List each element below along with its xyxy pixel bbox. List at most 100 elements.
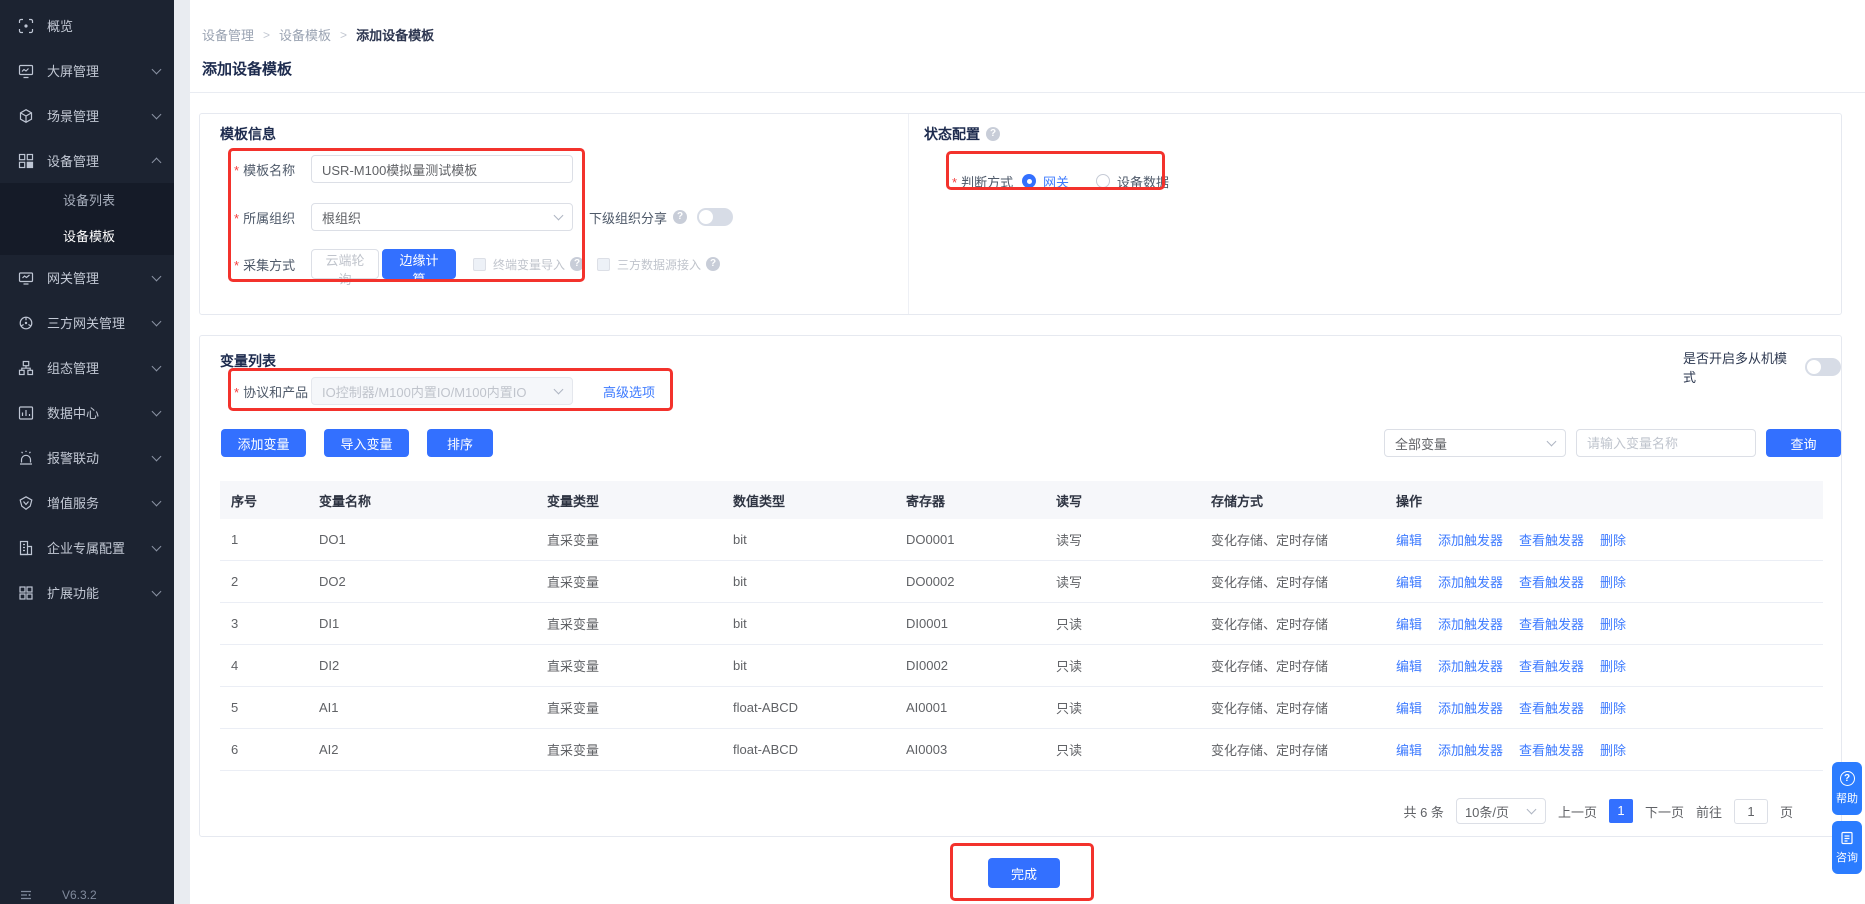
add-trigger-link[interactable]: 添加触发器 (1438, 743, 1503, 758)
edit-link[interactable]: 编辑 (1396, 533, 1422, 548)
help-floating-button[interactable]: ? 帮助 (1832, 762, 1862, 815)
query-button[interactable]: 查询 (1766, 429, 1841, 457)
cell-actions: 编辑 添加触发器 查看触发器 删除 (1396, 530, 1823, 549)
variable-table: 序号变量名称变量类型数值类型寄存器读写存储方式操作 1DO1直采变量bitDO0… (220, 481, 1823, 771)
cell-name: AI2 (319, 742, 547, 757)
template-info-title: 模板信息 (220, 124, 276, 144)
device-data-radio-label[interactable]: 设备数据 (1117, 172, 1169, 191)
table-row: 6AI2直采变量float-ABCDAI0003只读变化存储、定时存储编辑添加触… (220, 729, 1823, 771)
sidebar-item-enterprise-config[interactable]: 企业专属配置 (0, 525, 174, 570)
consult-label: 咨询 (1836, 849, 1858, 865)
device-data-radio[interactable] (1096, 174, 1110, 188)
add-variable-button[interactable]: 添加变量 (221, 429, 306, 457)
cell-storage: 变化存储、定时存储 (1211, 740, 1396, 759)
sort-button[interactable]: 排序 (427, 429, 493, 457)
delete-link[interactable]: 删除 (1600, 701, 1626, 716)
view-trigger-link[interactable]: 查看触发器 (1519, 701, 1584, 716)
cell-storage: 变化存储、定时存储 (1211, 572, 1396, 591)
variable-search-input[interactable] (1576, 429, 1756, 457)
chevron-down-icon (152, 541, 162, 551)
template-name-input[interactable] (311, 155, 573, 183)
multi-slave-toggle[interactable] (1805, 358, 1841, 376)
view-trigger-link[interactable]: 查看触发器 (1519, 533, 1584, 548)
sidebar-item-gateway[interactable]: 网关管理 (0, 255, 174, 300)
prev-page-button[interactable]: 上一页 (1558, 802, 1597, 821)
cell-name: AI1 (319, 700, 547, 715)
next-page-button[interactable]: 下一页 (1645, 802, 1684, 821)
sidebar-subitem-device-list[interactable]: 设备列表 (0, 183, 174, 219)
sidebar-item-label: 报警联动 (47, 448, 153, 467)
third-datasource-label: 三方数据源接入 (617, 256, 701, 273)
view-trigger-link[interactable]: 查看触发器 (1519, 575, 1584, 590)
cell-data-type: bit (733, 658, 906, 673)
breadcrumb-device-management[interactable]: 设备管理 (202, 25, 254, 44)
share-label: 下级组织分享 (589, 208, 667, 227)
cell-type: 直采变量 (547, 740, 733, 759)
cell-actions: 编辑 添加触发器 查看触发器 删除 (1396, 740, 1823, 759)
page-title: 添加设备模板 (202, 58, 292, 79)
cell-actions: 编辑 添加触发器 查看触发器 删除 (1396, 614, 1823, 633)
import-variable-button[interactable]: 导入变量 (324, 429, 409, 457)
advanced-options-link[interactable]: 高级选项 (603, 382, 655, 401)
add-trigger-link[interactable]: 添加触发器 (1438, 575, 1503, 590)
add-trigger-link[interactable]: 添加触发器 (1438, 659, 1503, 674)
sidebar-item-label: 网关管理 (47, 268, 153, 287)
cell-data-type: bit (733, 532, 906, 547)
delete-link[interactable]: 删除 (1600, 533, 1626, 548)
organization-select[interactable]: 根组织 (311, 203, 573, 231)
sidebar-item-extension[interactable]: 扩展功能 (0, 570, 174, 615)
sidebar-item-label: 概览 (47, 16, 160, 35)
add-trigger-link[interactable]: 添加触发器 (1438, 701, 1503, 716)
view-trigger-link[interactable]: 查看触发器 (1519, 659, 1584, 674)
delete-link[interactable]: 删除 (1600, 575, 1626, 590)
delete-link[interactable]: 删除 (1600, 743, 1626, 758)
main-content: 设备管理 > 设备模板 > 添加设备模板 添加设备模板 模板信息 *模板名称 *… (190, 0, 1865, 904)
finish-button[interactable]: 完成 (988, 858, 1060, 888)
gateway-radio[interactable] (1022, 174, 1036, 188)
question-icon[interactable]: ? (570, 257, 584, 271)
edge-computing-button[interactable]: 边缘计算 (382, 249, 456, 279)
sidebar-item-scene[interactable]: 场景管理 (0, 93, 174, 138)
question-icon[interactable]: ? (706, 257, 720, 271)
cell-storage: 变化存储、定时存储 (1211, 698, 1396, 717)
sidebar-item-overview[interactable]: 概览 (0, 3, 174, 48)
question-icon[interactable]: ? (986, 127, 1000, 141)
sidebar-item-device[interactable]: 设备管理 (0, 138, 174, 183)
add-trigger-link[interactable]: 添加触发器 (1438, 533, 1503, 548)
add-trigger-link[interactable]: 添加触发器 (1438, 617, 1503, 632)
delete-link[interactable]: 删除 (1600, 617, 1626, 632)
variable-filter-select[interactable]: 全部变量 (1384, 429, 1566, 457)
breadcrumb-device-template[interactable]: 设备模板 (279, 25, 331, 44)
chevron-down-icon (152, 451, 162, 461)
gateway-radio-label[interactable]: 网关 (1043, 172, 1069, 191)
goto-page-input[interactable] (1734, 799, 1768, 824)
sidebar-item-alarm-linkage[interactable]: 报警联动 (0, 435, 174, 480)
edit-link[interactable]: 编辑 (1396, 701, 1422, 716)
delete-link[interactable]: 删除 (1600, 659, 1626, 674)
column-header-name: 变量名称 (319, 491, 547, 510)
content-gutter (174, 0, 190, 904)
edit-link[interactable]: 编辑 (1396, 575, 1422, 590)
page-size-select[interactable]: 10条/页 (1456, 798, 1546, 824)
consult-floating-button[interactable]: 咨询 (1832, 821, 1862, 874)
edit-link[interactable]: 编辑 (1396, 743, 1422, 758)
view-trigger-link[interactable]: 查看触发器 (1519, 617, 1584, 632)
sidebar-item-configuration[interactable]: 组态管理 (0, 345, 174, 390)
sidebar-item-big-screen[interactable]: 大屏管理 (0, 48, 174, 93)
sidebar-item-third-gateway[interactable]: 三方网关管理 (0, 300, 174, 345)
sidebar-item-data-center[interactable]: 数据中心 (0, 390, 174, 435)
column-header-type: 变量类型 (547, 491, 733, 510)
question-icon[interactable]: ? (673, 210, 687, 224)
share-toggle[interactable] (697, 208, 733, 226)
current-page-button[interactable]: 1 (1609, 799, 1633, 823)
edit-link[interactable]: 编辑 (1396, 659, 1422, 674)
third-gateway-icon (18, 315, 34, 331)
edit-link[interactable]: 编辑 (1396, 617, 1422, 632)
sidebar-subitem-device-template[interactable]: 设备模板 (0, 219, 174, 255)
sidebar-item-label: 三方网关管理 (47, 313, 153, 332)
required-asterisk: * (952, 175, 957, 190)
sidebar-item-value-added[interactable]: 增值服务 (0, 480, 174, 525)
device-icon (18, 153, 34, 169)
table-row: 4DI2直采变量bitDI0002只读变化存储、定时存储编辑添加触发器查看触发器… (220, 645, 1823, 687)
view-trigger-link[interactable]: 查看触发器 (1519, 743, 1584, 758)
